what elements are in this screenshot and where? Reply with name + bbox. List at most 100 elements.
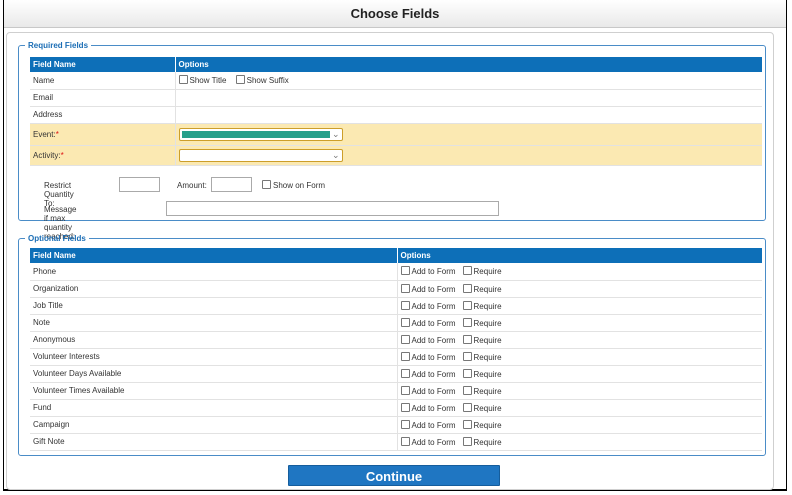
optional-field-options: Add to Form Require [397, 365, 762, 383]
require-checkbox[interactable] [462, 385, 472, 395]
add-to-form-label: Add to Form [411, 284, 456, 294]
require-label: Require [473, 386, 502, 396]
require-option[interactable]: Require [462, 436, 502, 447]
add-to-form-checkbox[interactable] [400, 317, 410, 327]
add-to-form-checkbox[interactable] [400, 419, 410, 429]
optional-field-options: Add to Form Require [397, 399, 762, 417]
add-to-form-label: Add to Form [411, 335, 456, 345]
require-checkbox[interactable] [462, 402, 472, 412]
column-header-options: Options [397, 248, 762, 263]
table-row: Volunteer Interests Add to Form Require [30, 348, 762, 366]
optional-field-options: Add to Form Require [397, 297, 762, 315]
add-to-form-option[interactable]: Add to Form [400, 283, 456, 294]
field-name-address: Address [30, 106, 176, 124]
require-checkbox[interactable] [462, 368, 472, 378]
optional-field-name: Volunteer Times Available [30, 382, 398, 400]
add-to-form-checkbox[interactable] [400, 300, 410, 310]
table-header-row: Field Name Options [30, 57, 762, 72]
optional-field-name: Note [30, 314, 398, 332]
add-to-form-option[interactable]: Add to Form [400, 419, 456, 430]
optional-field-name: Phone [30, 263, 398, 281]
require-option[interactable]: Require [462, 419, 502, 430]
chevron-down-icon: ⌄ [331, 149, 340, 160]
show-on-form-option[interactable]: Show on Form [262, 180, 325, 190]
continue-button[interactable]: Continue [288, 465, 500, 486]
require-label: Require [473, 352, 502, 362]
add-to-form-option[interactable]: Add to Form [400, 368, 456, 379]
require-checkbox[interactable] [462, 351, 472, 361]
required-fields-table: Field Name Options Name Show Title Show … [30, 57, 762, 166]
require-label: Require [473, 301, 502, 311]
require-label: Require [473, 420, 502, 430]
add-to-form-option[interactable]: Add to Form [400, 351, 456, 362]
show-title-option[interactable]: Show Title [178, 75, 226, 85]
add-to-form-option[interactable]: Add to Form [400, 385, 456, 396]
optional-field-options: Add to Form Require [397, 263, 762, 281]
table-row: Phone Add to Form Require [30, 263, 762, 281]
require-checkbox[interactable] [462, 334, 472, 344]
show-suffix-label: Show Suffix [246, 76, 289, 86]
show-title-checkbox[interactable] [178, 75, 188, 85]
add-to-form-option[interactable]: Add to Form [400, 436, 456, 447]
column-header-options: Options [175, 57, 762, 72]
require-checkbox[interactable] [462, 436, 472, 446]
max-message-input[interactable] [166, 201, 499, 216]
show-on-form-checkbox[interactable] [262, 180, 271, 189]
require-option[interactable]: Require [462, 351, 502, 362]
add-to-form-checkbox[interactable] [400, 368, 410, 378]
table-row: Address [30, 106, 762, 124]
require-checkbox[interactable] [462, 283, 472, 293]
require-label: Require [473, 335, 502, 345]
require-checkbox[interactable] [462, 266, 472, 276]
require-option[interactable]: Require [462, 402, 502, 413]
activity-select[interactable]: ⌄ [178, 148, 343, 162]
add-to-form-option[interactable]: Add to Form [400, 334, 456, 345]
event-select[interactable]: ⌄ [178, 127, 343, 141]
table-row: Email [30, 89, 762, 107]
optional-field-name: Volunteer Interests [30, 348, 398, 366]
show-suffix-option[interactable]: Show Suffix [235, 75, 289, 86]
require-option[interactable]: Require [462, 334, 502, 345]
optional-field-options: Add to Form Require [397, 280, 762, 298]
add-to-form-checkbox[interactable] [400, 436, 410, 446]
add-to-form-option[interactable]: Add to Form [400, 317, 456, 328]
optional-fields-table: Field Name Options Phone Add to Form Requi… [30, 248, 762, 451]
require-option[interactable]: Require [462, 283, 502, 294]
add-to-form-label: Add to Form [411, 386, 456, 396]
require-option[interactable]: Require [462, 300, 502, 311]
require-option[interactable]: Require [462, 368, 502, 379]
amount-input[interactable] [211, 177, 252, 192]
add-to-form-option[interactable]: Add to Form [400, 300, 456, 311]
name-options-cell: Show Title Show Suffix [175, 72, 762, 90]
add-to-form-checkbox[interactable] [400, 334, 410, 344]
chevron-down-icon: ⌄ [331, 128, 340, 139]
add-to-form-checkbox[interactable] [400, 351, 410, 361]
restrict-quantity-input[interactable] [119, 177, 160, 192]
add-to-form-checkbox[interactable] [400, 402, 410, 412]
add-to-form-option[interactable]: Add to Form [400, 402, 456, 413]
add-to-form-label: Add to Form [411, 437, 456, 447]
field-name-name: Name [30, 72, 176, 90]
window-border-right [786, 0, 787, 491]
require-option[interactable]: Require [462, 385, 502, 396]
require-option[interactable]: Require [462, 317, 502, 328]
field-name-event: Event:* [30, 123, 176, 146]
dialog-header: Choose Fields [4, 0, 786, 28]
require-checkbox[interactable] [462, 419, 472, 429]
optional-field-options: Add to Form Require [397, 382, 762, 400]
optional-field-name: Gift Note [30, 433, 398, 451]
optional-field-options: Add to Form Require [397, 314, 762, 332]
require-option[interactable]: Require [462, 266, 502, 276]
show-suffix-checkbox[interactable] [235, 75, 245, 85]
optional-field-options: Add to Form Require [397, 331, 762, 349]
require-checkbox[interactable] [462, 300, 472, 310]
add-to-form-option[interactable]: Add to Form [400, 266, 456, 276]
add-to-form-checkbox[interactable] [400, 266, 410, 276]
add-to-form-checkbox[interactable] [400, 385, 410, 395]
table-row-activity: Activity:* ⌄ [30, 145, 762, 166]
require-checkbox[interactable] [462, 317, 472, 327]
require-label: Require [473, 369, 502, 379]
add-to-form-label: Add to Form [411, 420, 456, 430]
table-row: Job Title Add to Form Require [30, 297, 762, 315]
add-to-form-checkbox[interactable] [400, 283, 410, 293]
